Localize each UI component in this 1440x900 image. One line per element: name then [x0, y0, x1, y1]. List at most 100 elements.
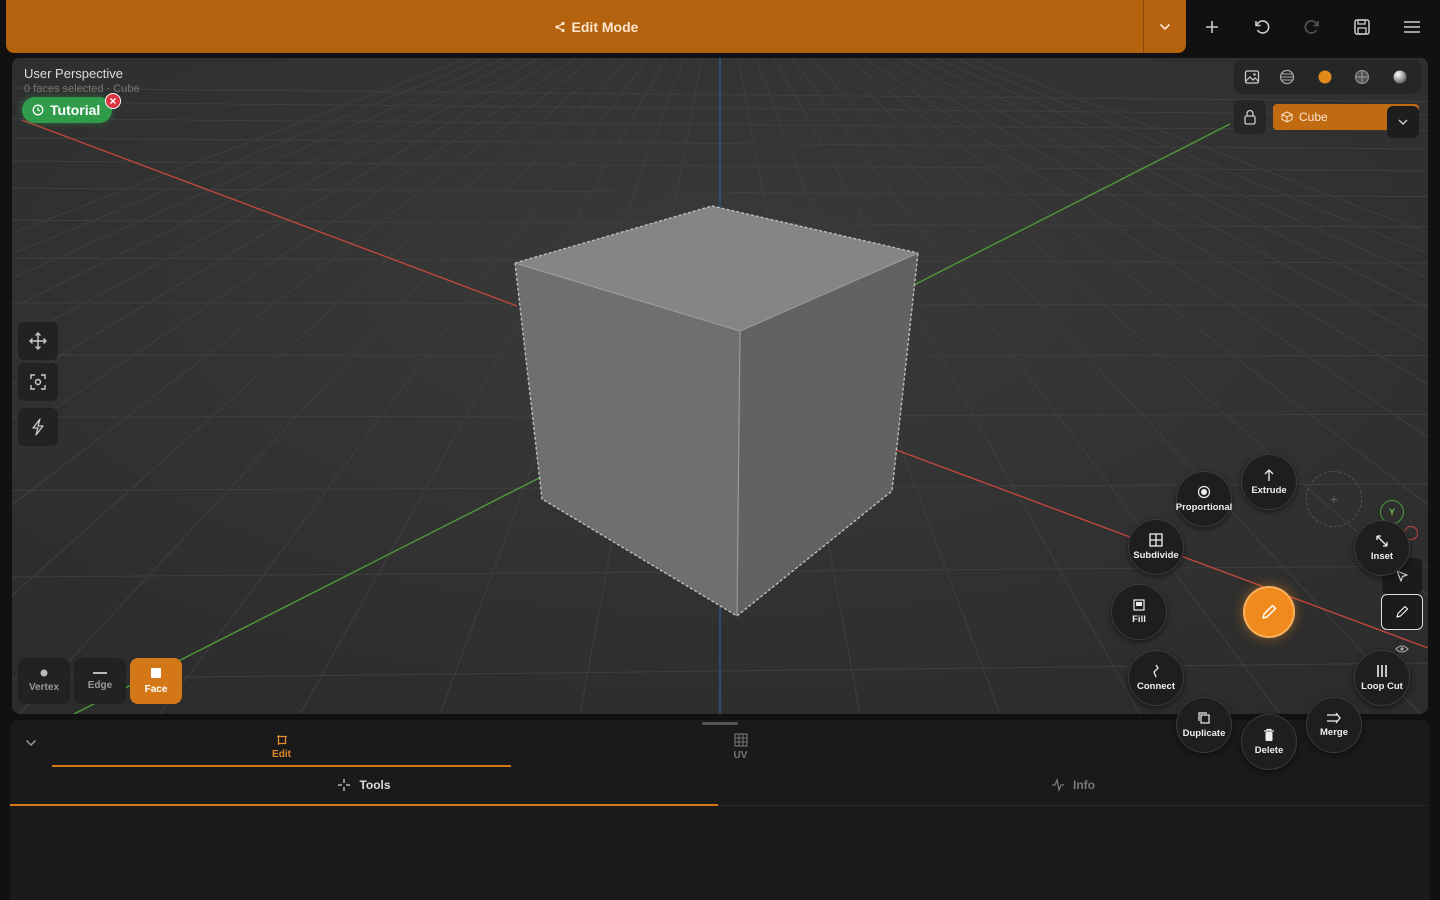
tab-tools[interactable]: Tools	[10, 770, 718, 800]
solid-shading-button[interactable]	[1308, 62, 1342, 92]
material-sphere-icon	[1354, 69, 1370, 85]
trash-icon	[1263, 728, 1275, 742]
eye-icon	[1395, 644, 1409, 654]
solid-sphere-icon	[1317, 69, 1333, 85]
fill-label: Fill	[1132, 614, 1146, 625]
object-dropdown-button[interactable]	[1387, 106, 1419, 138]
chevron-down-icon	[25, 739, 37, 747]
merge-button[interactable]: Merge	[1306, 697, 1362, 753]
tab-edit[interactable]: Edit	[52, 728, 511, 766]
chevron-down-icon	[1159, 23, 1171, 31]
edit-tab-icon	[276, 734, 288, 746]
connect-label: Connect	[1137, 681, 1175, 692]
loop-cut-label: Loop Cut	[1361, 681, 1403, 692]
merge-icon	[1326, 712, 1342, 724]
copy-icon	[1197, 711, 1211, 725]
save-button[interactable]	[1347, 12, 1377, 42]
face-icon	[150, 667, 162, 679]
quick-action-button[interactable]	[18, 408, 58, 446]
tab-uv-label: UV	[733, 750, 748, 761]
rendered-sphere-icon	[1392, 69, 1408, 85]
background-image-button[interactable]	[1235, 62, 1269, 92]
tab-info[interactable]: Info	[718, 770, 1428, 800]
move-tool-button[interactable]	[18, 322, 58, 360]
redo-button[interactable]	[1297, 12, 1327, 42]
edit-tab-indicator	[52, 765, 511, 767]
tutorial-close-button[interactable]	[105, 93, 121, 109]
add-tool-slot[interactable]: +	[1306, 471, 1362, 527]
wireframe-shading-button[interactable]	[1270, 62, 1304, 92]
arrow-up-icon	[1263, 468, 1275, 482]
tab-edit-label: Edit	[272, 749, 291, 760]
y-axis-label: Y	[1388, 507, 1395, 517]
lightning-icon	[30, 418, 46, 436]
grid-icon	[1149, 533, 1163, 547]
lock-selection-button[interactable]	[1234, 100, 1266, 134]
lock-icon	[1243, 109, 1257, 125]
merge-label: Merge	[1320, 727, 1348, 738]
move-icon	[29, 332, 47, 350]
mode-selector[interactable]: Edit Mode	[554, 19, 638, 35]
extrude-button[interactable]: Extrude	[1241, 454, 1297, 510]
tutorial-button[interactable]: Tutorial	[22, 97, 113, 123]
inset-button[interactable]: Inset	[1354, 520, 1410, 576]
mode-bar[interactable]: Edit Mode	[6, 0, 1186, 53]
vertex-icon	[40, 669, 48, 677]
share-icon	[554, 21, 566, 33]
object-name: Cube	[1299, 110, 1328, 124]
face-mode-button[interactable]: Face	[130, 658, 182, 704]
edit-tool-button[interactable]	[1381, 594, 1423, 630]
undo-button[interactable]	[1247, 12, 1277, 42]
focus-tool-button[interactable]	[18, 363, 58, 401]
rendered-shading-button[interactable]	[1383, 62, 1417, 92]
subdivide-button[interactable]: Subdivide	[1128, 519, 1184, 575]
loop-cut-button[interactable]: Loop Cut	[1354, 650, 1410, 706]
duplicate-button[interactable]: Duplicate	[1176, 697, 1232, 753]
duplicate-label: Duplicate	[1182, 728, 1226, 739]
close-icon	[109, 97, 117, 105]
tools-tab-indicator	[10, 804, 718, 806]
menu-icon	[1403, 20, 1421, 34]
panel-collapse-button[interactable]	[14, 728, 48, 758]
mode-dropdown-button[interactable]	[1143, 0, 1186, 53]
connect-button[interactable]: Connect	[1128, 650, 1184, 706]
tab-uv[interactable]: UV	[511, 728, 970, 766]
activity-icon	[1051, 778, 1065, 792]
focus-icon	[29, 373, 47, 391]
edge-icon	[93, 671, 107, 675]
add-button[interactable]	[1197, 12, 1227, 42]
pencil-icon	[1260, 603, 1278, 621]
tool-menu-toggle-button[interactable]	[1243, 586, 1295, 638]
3d-viewport[interactable]: User Perspective 0 faces selected · Cube…	[12, 58, 1428, 714]
tutorial-label: Tutorial	[50, 102, 101, 118]
plus-icon: +	[1329, 491, 1339, 507]
vertex-mode-label: Vertex	[28, 682, 60, 693]
image-icon	[1244, 69, 1260, 85]
material-shading-button[interactable]	[1345, 62, 1379, 92]
fill-button[interactable]: Fill	[1111, 584, 1167, 640]
chevron-down-icon	[1398, 119, 1408, 125]
delete-button[interactable]: Delete	[1241, 714, 1297, 770]
delete-label: Delete	[1254, 745, 1284, 756]
proportional-button[interactable]: Proportional	[1176, 471, 1232, 527]
tools-icon	[337, 778, 351, 792]
wireframe-sphere-icon	[1279, 69, 1295, 85]
viewport-scene[interactable]	[12, 58, 1428, 714]
panel-resize-handle[interactable]	[702, 722, 738, 725]
inset-label: Inset	[1370, 551, 1394, 562]
plus-icon	[1205, 20, 1219, 34]
extrude-label: Extrude	[1251, 485, 1287, 496]
edge-mode-button[interactable]: Edge	[74, 658, 126, 704]
tab-divider	[718, 805, 1428, 806]
tab-tools-label: Tools	[359, 778, 391, 792]
vertex-mode-button[interactable]: Vertex	[18, 658, 70, 704]
target-icon	[1197, 485, 1211, 499]
main-menu-button[interactable]	[1397, 12, 1427, 42]
clock-icon	[32, 104, 44, 116]
redo-icon	[1303, 18, 1321, 36]
subdivide-label: Subdivide	[1133, 550, 1179, 561]
shrink-icon	[1375, 534, 1389, 548]
edge-mode-label: Edge	[87, 680, 113, 691]
view-title: User Perspective	[24, 66, 123, 81]
connect-icon	[1151, 664, 1161, 678]
